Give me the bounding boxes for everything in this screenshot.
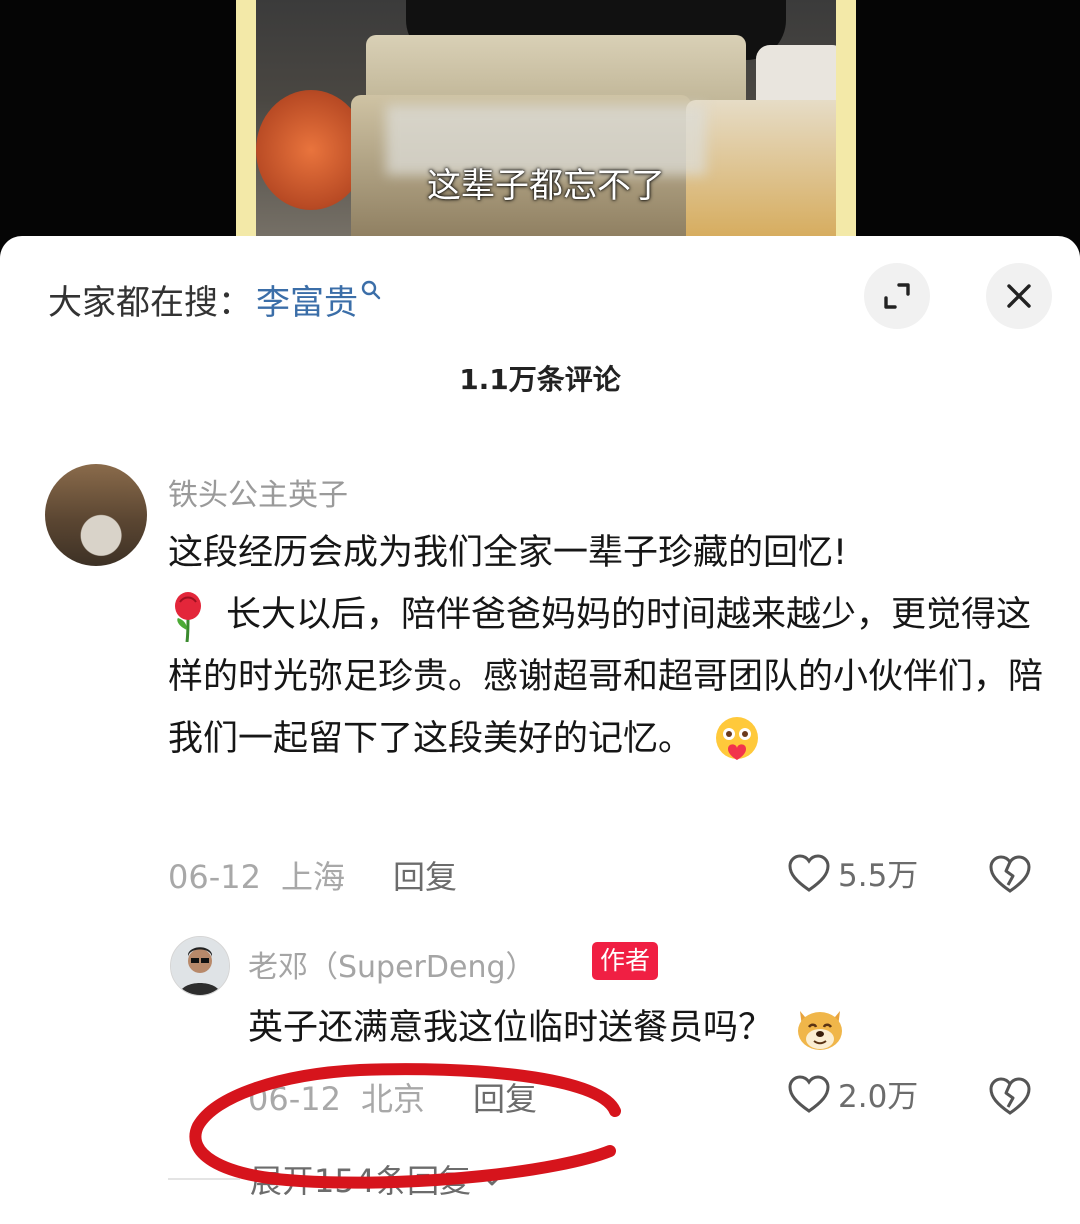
comment-text-body: 长大以后，陪伴爸爸妈妈的时间越来越少，更觉得这样的时光弥足珍贵。感谢超哥和超哥团… xyxy=(168,584,1048,770)
reply-avatar[interactable] xyxy=(170,936,230,996)
chevron-down-icon xyxy=(480,1172,504,1186)
reply-date: 06-12 xyxy=(248,1080,341,1118)
like-count: 5.5万 xyxy=(838,858,919,894)
expand-replies-button[interactable]: 展开154条回复 xyxy=(250,1156,507,1202)
broken-heart-icon[interactable] xyxy=(988,1074,1032,1118)
comment-author[interactable]: 铁头公主英子 xyxy=(168,470,348,514)
comment-date: 06-12 xyxy=(168,858,261,896)
close-icon xyxy=(1007,284,1031,308)
video-subtitle: 这辈子都忘不了 xyxy=(427,166,665,206)
reply-like-button[interactable]: 2.0万 xyxy=(786,1071,918,1116)
trending-search-prefix: 大家都在搜： xyxy=(48,282,252,323)
reply-meta: 06-12 北京 回复 xyxy=(248,1074,537,1120)
video-player[interactable]: 这辈子都忘不了 xyxy=(0,0,1080,250)
divider xyxy=(168,1178,240,1180)
comment-text-line1: 这段经历会成为我们全家一辈子珍藏的回忆! xyxy=(168,533,848,573)
reply-text-body: 英子还满意我这位临时送餐员吗？ xyxy=(248,1008,774,1048)
video-image: 这辈子都忘不了 xyxy=(256,0,836,250)
heart-hug-emoji-icon xyxy=(716,717,759,760)
expand-replies-label: 展开154条回复 xyxy=(250,1162,472,1200)
video-frame: 这辈子都忘不了 xyxy=(236,0,856,250)
trending-search[interactable]: 大家都在搜： 李富贵 xyxy=(48,274,382,324)
broken-heart-icon[interactable] xyxy=(988,852,1032,896)
avatar[interactable] xyxy=(45,464,147,566)
comment-meta: 06-12 上海 回复 xyxy=(168,852,457,898)
reply-reply-button[interactable]: 回复 xyxy=(473,1080,537,1118)
comment-text: 这段经历会成为我们全家一辈子珍藏的回忆! 长大以后，陪伴爸爸妈妈的时间越来越少，… xyxy=(168,522,1048,770)
reply-text: 英子还满意我这位临时送餐员吗？ xyxy=(248,998,848,1058)
close-button[interactable] xyxy=(986,263,1052,329)
search-icon xyxy=(361,280,381,300)
comment-location: 上海 xyxy=(280,858,345,896)
author-badge: 作者 xyxy=(592,942,659,980)
heart-icon xyxy=(788,1074,830,1113)
heart-icon xyxy=(788,853,830,892)
comment-count: 1.1万条评论 xyxy=(459,363,621,396)
doge-emoji-icon xyxy=(798,1011,843,1050)
expand-icon xyxy=(884,283,910,309)
comment-text-rest: 长大以后，陪伴爸爸妈妈的时间越来越少，更觉得这样的时光弥足珍贵。感谢超哥和超哥团… xyxy=(168,595,1044,759)
reply-author[interactable]: 老邓（SuperDeng） xyxy=(248,942,536,986)
reply-location: 北京 xyxy=(360,1080,425,1118)
trending-search-term[interactable]: 李富贵 xyxy=(256,275,358,324)
rose-icon xyxy=(175,592,201,642)
reply-button[interactable]: 回复 xyxy=(393,858,457,896)
like-button[interactable]: 5.5万 xyxy=(786,850,918,895)
person-avatar-icon xyxy=(171,937,229,995)
reply-like-count: 2.0万 xyxy=(838,1079,919,1115)
expand-button[interactable] xyxy=(864,263,930,329)
comment-panel: 大家都在搜： 李富贵 1.1万条评论 铁头公主英子 这段经历会成为我们全家一辈子… xyxy=(0,236,1080,1224)
